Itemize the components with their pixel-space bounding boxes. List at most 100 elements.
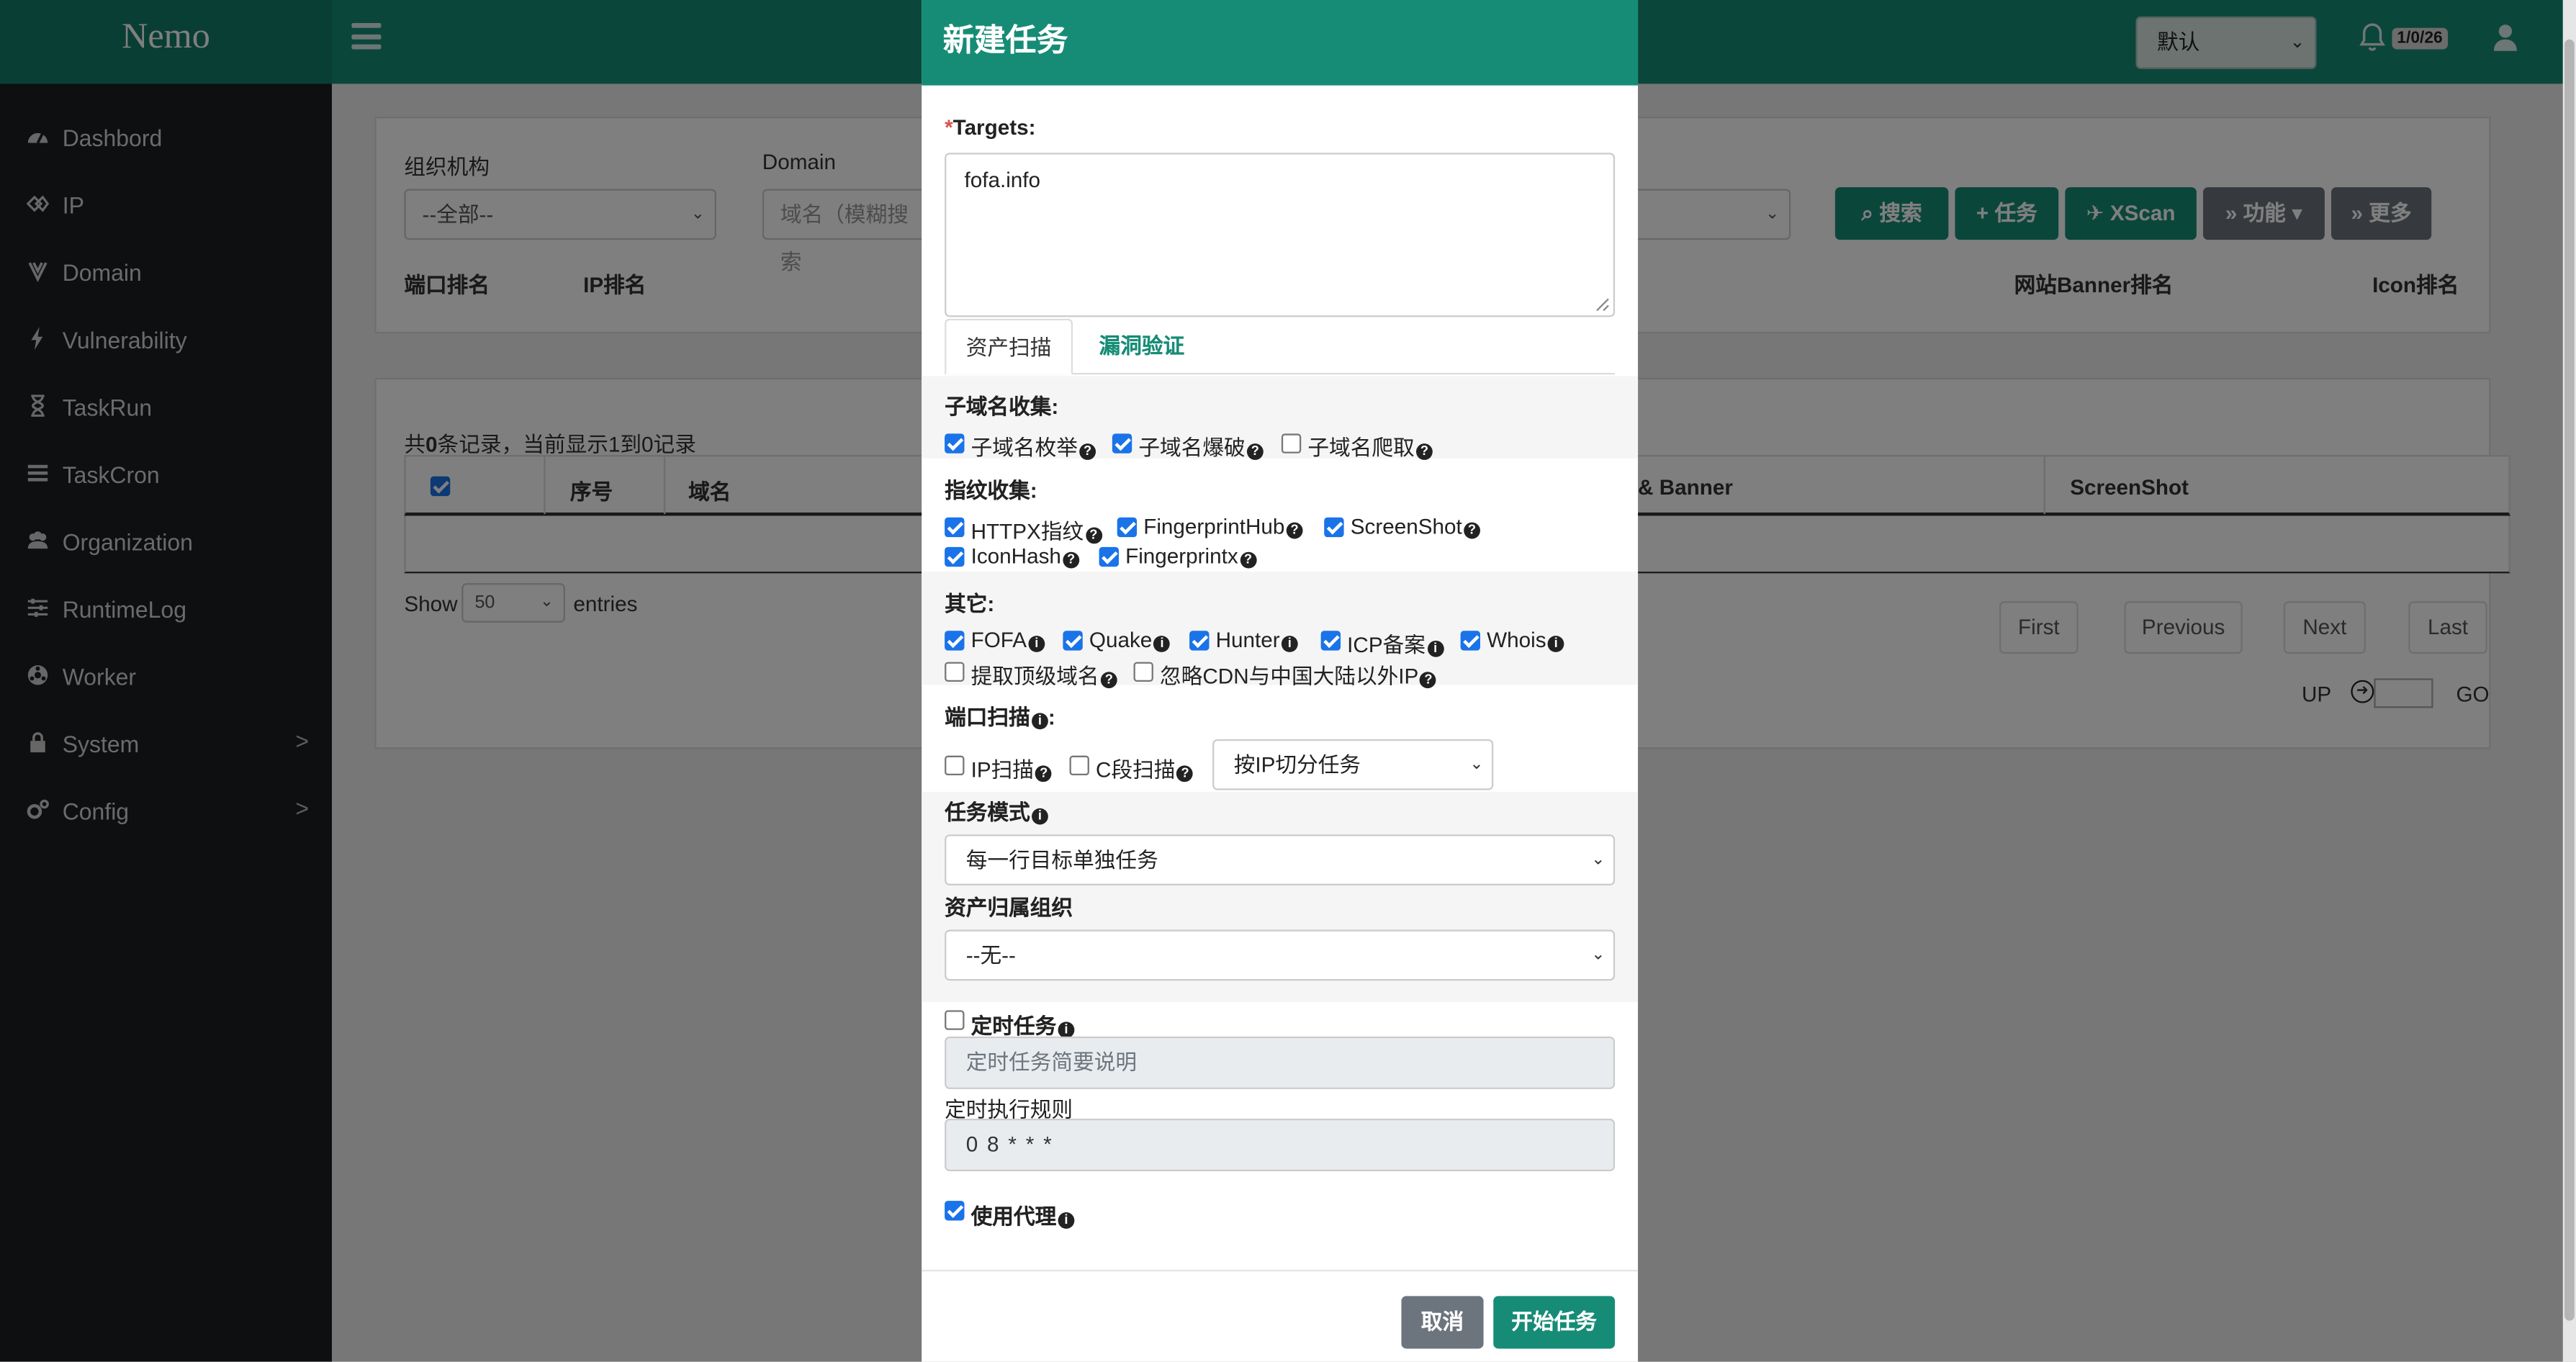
info-circle-icon[interactable]: i — [1153, 636, 1171, 652]
org-value: --无-- — [965, 942, 1016, 968]
info-circle-icon[interactable]: i — [1281, 636, 1298, 652]
hunter-label[interactable]: Hunter i — [1216, 628, 1298, 652]
chevron-down-icon: ⌄ — [1591, 946, 1606, 965]
info-circle-icon[interactable]: i — [1058, 1022, 1075, 1039]
extract-tld-label[interactable]: 提取顶级域名? — [971, 659, 1117, 690]
info-circle-icon[interactable]: i — [1028, 636, 1045, 652]
new-task-modal: 新建任务 *Targets: fofa.info 资产扫描 漏洞验证 子域名收集… — [922, 0, 1639, 1362]
info-circle-icon[interactable]: i — [1427, 640, 1444, 657]
subdomain-enum-checkbox[interactable] — [945, 433, 965, 454]
question-circle-icon[interactable]: ? — [1176, 765, 1194, 783]
question-circle-icon[interactable]: ? — [1246, 443, 1264, 460]
fofa-checkbox[interactable] — [945, 631, 965, 651]
cron-description-input[interactable]: 定时任务简要说明 — [945, 1036, 1616, 1089]
modal-footer-divider — [922, 1269, 1639, 1272]
resize-handle-icon[interactable] — [1595, 297, 1611, 312]
info-circle-icon[interactable]: i — [1032, 713, 1048, 730]
ip-scan-checkbox[interactable] — [945, 755, 965, 776]
cancel-button[interactable]: 取消 — [1401, 1296, 1484, 1349]
quake-checkbox[interactable] — [1063, 631, 1083, 651]
start-task-button[interactable]: 开始任务 — [1493, 1296, 1616, 1349]
whois-label[interactable]: Whois i — [1487, 628, 1564, 652]
fingerprint-title: 指纹收集: — [945, 478, 1037, 503]
fingerprintx-checkbox[interactable] — [1099, 546, 1119, 567]
targets-value: fofa.info — [964, 167, 1041, 192]
extract-tld-checkbox[interactable] — [945, 662, 965, 682]
ignore-cdn-checkbox[interactable] — [1133, 662, 1153, 682]
httpx-label[interactable]: HTTPX指纹? — [971, 514, 1102, 545]
icp-checkbox[interactable] — [1320, 631, 1341, 651]
subdomain-enum-label[interactable]: 子域名枚举? — [971, 430, 1096, 461]
cron-task-label[interactable]: 定时任务 i — [971, 1009, 1075, 1039]
task-mode-select[interactable]: 每一行目标单独任务 ⌄ — [945, 834, 1616, 885]
quake-label[interactable]: Quake i — [1089, 628, 1171, 652]
tab-vuln-verify[interactable]: 漏洞验证 — [1076, 319, 1208, 375]
use-proxy-checkbox[interactable] — [945, 1201, 965, 1221]
split-task-value: 按IP切分任务 — [1233, 752, 1361, 777]
portscan-title: 端口扫描 i: — [945, 704, 1055, 730]
fingerprintx-label[interactable]: Fingerprintx? — [1125, 544, 1256, 569]
targets-textarea[interactable]: fofa.info — [945, 153, 1616, 317]
option-label: 提取顶级域名 — [970, 663, 1099, 689]
option-label: Hunter — [1215, 627, 1280, 652]
screenshot-checkbox[interactable] — [1324, 517, 1344, 538]
fofa-label[interactable]: FOFA i — [971, 628, 1045, 652]
app-window: Nemo 默认 ⌄ 1/0/26 Dashbord IP Domain Vuln… — [0, 0, 2576, 1362]
subdomain-crawl-checkbox[interactable] — [1281, 433, 1302, 454]
required-mark: * — [945, 114, 953, 140]
option-label: FingerprintHub — [1143, 514, 1285, 539]
modal-title: 新建任务 — [922, 0, 1639, 86]
question-circle-icon[interactable]: ? — [1464, 522, 1480, 539]
hunter-checkbox[interactable] — [1189, 631, 1210, 651]
question-circle-icon[interactable]: ? — [1035, 765, 1053, 783]
use-proxy-label-text: 使用代理 — [970, 1204, 1057, 1229]
tab-asset-scan[interactable]: 资产扫描 — [945, 318, 1073, 375]
iconhash-checkbox[interactable] — [945, 546, 965, 567]
option-label: 忽略CDN与中国大陆以外IP — [1160, 663, 1419, 689]
ignore-cdn-label[interactable]: 忽略CDN与中国大陆以外IP? — [1160, 659, 1437, 690]
question-circle-icon[interactable]: ? — [1085, 527, 1102, 544]
fingerprinthub-checkbox[interactable] — [1117, 517, 1138, 538]
page-scrollbar[interactable] — [2562, 0, 2576, 1362]
portscan-title-text: 端口扫描 — [945, 704, 1030, 730]
option-label: IP扫描 — [970, 757, 1034, 783]
info-circle-icon[interactable]: i — [1032, 808, 1048, 825]
split-task-select[interactable]: 按IP切分任务 ⌄ — [1212, 739, 1494, 790]
screenshot-label[interactable]: ScreenShot? — [1351, 514, 1480, 539]
chevron-down-icon: ⌄ — [1469, 755, 1484, 774]
question-circle-icon[interactable]: ? — [1079, 443, 1096, 460]
info-circle-icon[interactable]: i — [1547, 636, 1564, 652]
cron-task-checkbox[interactable] — [945, 1010, 965, 1030]
option-label: 子域名枚举 — [970, 435, 1078, 460]
question-circle-icon[interactable]: ? — [1286, 522, 1303, 539]
cron-task-label-text: 定时任务 — [970, 1013, 1057, 1039]
cron-description-placeholder: 定时任务简要说明 — [965, 1050, 1138, 1075]
iconhash-label[interactable]: IconHash? — [971, 544, 1080, 569]
question-circle-icon[interactable]: ? — [1420, 672, 1437, 689]
subdomain-brute-checkbox[interactable] — [1112, 433, 1132, 454]
task-mode-label-text: 任务模式 — [945, 800, 1030, 825]
option-label: 子域名爬取 — [1307, 435, 1415, 460]
targets-label: *Targets: — [945, 115, 1035, 140]
cron-rule-input[interactable]: 0 8 * * * — [945, 1118, 1616, 1171]
icp-label[interactable]: ICP备案 i — [1347, 628, 1444, 659]
c-segment-label[interactable]: C段扫描? — [1096, 752, 1194, 783]
scrollbar-thumb[interactable] — [2564, 39, 2575, 1321]
c-segment-checkbox[interactable] — [1069, 755, 1089, 776]
whois-checkbox[interactable] — [1460, 631, 1480, 651]
subdomain-brute-label[interactable]: 子域名爆破? — [1138, 430, 1264, 461]
ip-scan-label[interactable]: IP扫描? — [970, 752, 1053, 783]
question-circle-icon[interactable]: ? — [1416, 443, 1433, 460]
option-label: Fingerprintx — [1125, 544, 1238, 569]
info-circle-icon[interactable]: i — [1058, 1212, 1075, 1229]
option-label: 子域名爆破 — [1138, 435, 1246, 460]
fingerprinthub-label[interactable]: FingerprintHub? — [1143, 514, 1303, 539]
subdomain-crawl-label[interactable]: 子域名爬取? — [1307, 430, 1433, 461]
use-proxy-label[interactable]: 使用代理 i — [971, 1199, 1075, 1230]
httpx-checkbox[interactable] — [945, 517, 965, 538]
question-circle-icon[interactable]: ? — [1100, 672, 1117, 689]
question-circle-icon[interactable]: ? — [1063, 551, 1080, 569]
option-label: ICP备案 — [1347, 632, 1426, 657]
question-circle-icon[interactable]: ? — [1240, 551, 1256, 569]
org-select[interactable]: --无-- ⌄ — [945, 929, 1616, 981]
